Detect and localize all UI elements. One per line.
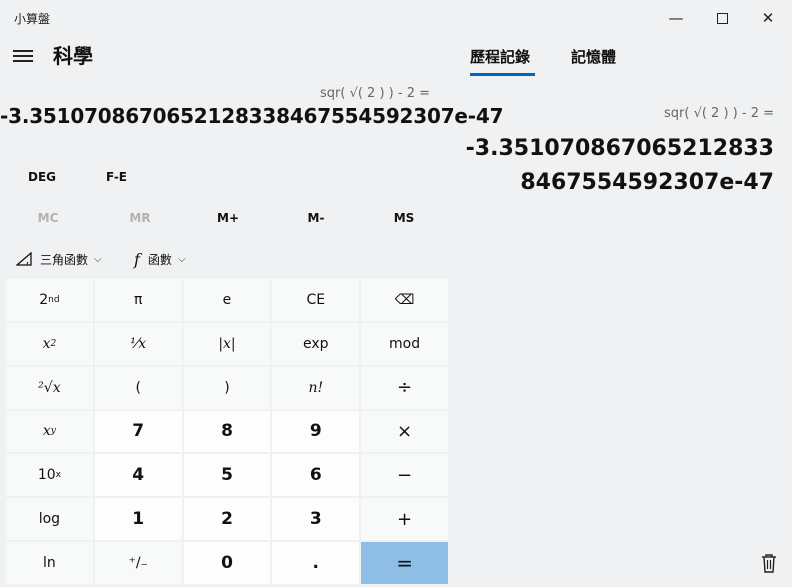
title-bar: 小算盤 — ✕ <box>0 0 792 36</box>
memory-clear-button[interactable]: MC <box>0 201 96 235</box>
divide-key[interactable]: ÷ <box>361 366 448 409</box>
digit-9-key[interactable]: 9 <box>272 410 360 453</box>
result-display: -3.3510708670652128338467554592307e-47 <box>0 104 504 128</box>
log-key[interactable]: log <box>6 498 93 541</box>
left-paren-key[interactable]: ( <box>94 366 182 409</box>
function-f-icon: f <box>134 249 140 269</box>
absolute-value-key[interactable]: |x| <box>183 322 271 365</box>
app-title: 小算盤 <box>14 12 51 26</box>
backspace-key[interactable]: ⌫ <box>361 279 448 321</box>
digit-2-key[interactable]: 2 <box>183 498 271 541</box>
keypad: 2nd π e CE ⌫ x2 ⅟x |x| exp mod ²√x ( ) n… <box>6 279 448 584</box>
digit-0-key[interactable]: 0 <box>183 542 271 584</box>
menu-hamburger-icon[interactable] <box>13 50 33 64</box>
digit-4-key[interactable]: 4 <box>94 454 182 497</box>
digit-8-key[interactable]: 8 <box>183 410 271 453</box>
function-dropdown[interactable]: f 函數 ⌵ <box>134 244 186 274</box>
delete-history-icon[interactable] <box>758 552 780 574</box>
function-row: 三角函數 ⌵ f 函數 ⌵ <box>0 244 448 274</box>
close-icon: ✕ <box>761 9 775 27</box>
clear-entry-key[interactable]: CE <box>272 279 360 321</box>
factorial-key[interactable]: n! <box>272 366 360 409</box>
equals-key[interactable]: = <box>361 542 448 584</box>
memory-add-button[interactable]: M+ <box>184 201 272 235</box>
function-label: 函數 <box>147 252 172 267</box>
negate-key[interactable]: ⁺/₋ <box>94 542 182 584</box>
power-key[interactable]: xy <box>6 410 93 453</box>
memory-recall-button[interactable]: MR <box>96 201 184 235</box>
fe-button[interactable]: F-E <box>106 160 127 194</box>
chevron-down-icon: ⌵ <box>94 253 102 265</box>
decimal-key[interactable]: . <box>272 542 360 584</box>
second-function-key[interactable]: 2nd <box>6 279 93 321</box>
tab-memory[interactable]: 記憶體 <box>571 46 616 67</box>
multiply-key[interactable]: × <box>361 410 448 453</box>
memory-store-button[interactable]: MS <box>360 201 448 235</box>
calculator-window: 小算盤 — ✕ 科學 sqr( √( 2 ) ) - 2 = -3.351070… <box>0 0 792 587</box>
maximize-button[interactable] <box>699 0 745 36</box>
minimize-button[interactable]: — <box>653 0 699 36</box>
memory-row: MC MR M+ M- MS <box>0 201 448 235</box>
right-paren-key[interactable]: ) <box>183 366 271 409</box>
trigonometry-label: 三角函數 <box>40 252 89 267</box>
digit-6-key[interactable]: 6 <box>272 454 360 497</box>
memory-subtract-button[interactable]: M- <box>272 201 360 235</box>
tab-history[interactable]: 歷程記錄 <box>470 46 530 67</box>
square-key[interactable]: x2 <box>6 322 93 365</box>
e-key[interactable]: e <box>183 279 271 321</box>
reciprocal-key[interactable]: ⅟x <box>94 322 182 365</box>
history-entry-expression[interactable]: sqr( √( 2 ) ) - 2 = <box>460 106 774 121</box>
square-root-key[interactable]: ²√x <box>6 366 93 409</box>
history-entry-result[interactable]: -3.3510708670652128338467554592307e-47 <box>454 132 774 200</box>
exp-key[interactable]: exp <box>272 322 360 365</box>
angle-row: DEG F-E <box>0 160 448 194</box>
digit-1-key[interactable]: 1 <box>94 498 182 541</box>
close-button[interactable]: ✕ <box>745 0 791 36</box>
minus-key[interactable]: − <box>361 454 448 497</box>
mode-title: 科學 <box>53 44 93 68</box>
backspace-icon: ⌫ <box>394 291 415 308</box>
digit-5-key[interactable]: 5 <box>183 454 271 497</box>
active-tab-indicator <box>470 73 535 76</box>
maximize-icon <box>716 12 728 24</box>
deg-button[interactable]: DEG <box>28 160 56 194</box>
ln-key[interactable]: ln <box>6 542 93 584</box>
digit-3-key[interactable]: 3 <box>272 498 360 541</box>
chevron-down-icon: ⌵ <box>177 253 186 265</box>
minimize-icon: — <box>668 9 684 27</box>
triangle-icon <box>16 252 32 266</box>
mod-key[interactable]: mod <box>361 322 448 365</box>
trigonometry-dropdown[interactable]: 三角函數 ⌵ <box>16 244 102 274</box>
digit-7-key[interactable]: 7 <box>94 410 182 453</box>
plus-key[interactable]: + <box>361 498 448 541</box>
ten-power-key[interactable]: 10 x <box>6 454 93 497</box>
expression-display: sqr( √( 2 ) ) - 2 = <box>320 86 430 101</box>
pi-key[interactable]: π <box>94 279 182 321</box>
